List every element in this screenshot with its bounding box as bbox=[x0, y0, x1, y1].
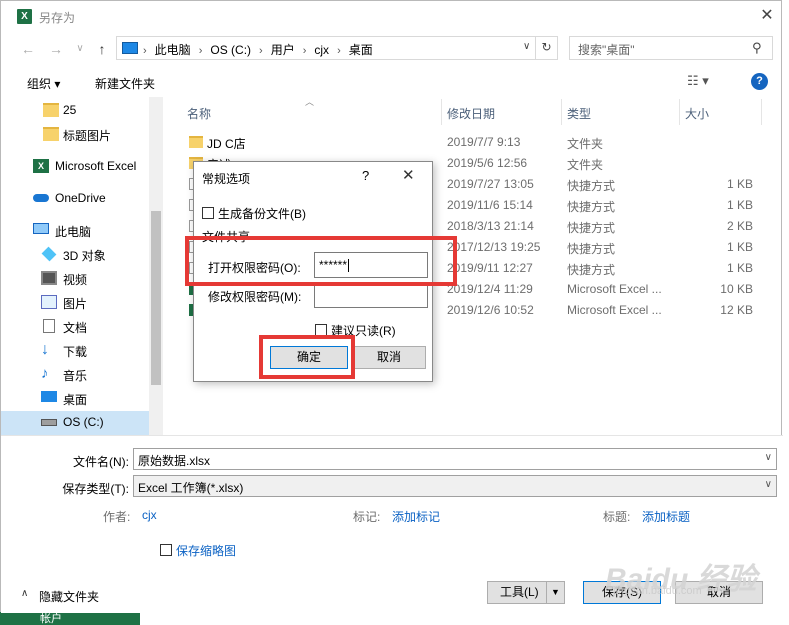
chevron-down-icon[interactable]: ▼ bbox=[546, 582, 564, 603]
column-header-size[interactable]: 大小 bbox=[685, 99, 709, 125]
drive-icon bbox=[41, 419, 57, 426]
breadcrumb-item[interactable]: 此电脑 bbox=[155, 41, 191, 58]
excel-account-strip: 帐户 bbox=[0, 612, 140, 625]
column-divider bbox=[441, 99, 442, 125]
sidebar-item-onedrive[interactable]: OneDrive bbox=[1, 187, 149, 211]
sidebar-scrollbar-thumb[interactable] bbox=[151, 211, 161, 385]
breadcrumb-item[interactable]: 用户 bbox=[271, 41, 295, 58]
modal-cancel-button[interactable]: 取消 bbox=[352, 346, 426, 369]
tags-label: 标记: bbox=[353, 510, 381, 524]
dialog-title: 常规选项 bbox=[202, 172, 251, 186]
filetype-label: 保存类型(T): bbox=[62, 482, 129, 496]
tools-label: 工具(L) bbox=[500, 585, 539, 599]
column-header-type[interactable]: 类型 bbox=[567, 99, 591, 125]
highlight-ok-button bbox=[259, 335, 355, 379]
cube-icon bbox=[41, 246, 57, 262]
navigation-pane: 25 标题图片 X Microsoft Excel OneDrive 此电脑 3… bbox=[1, 97, 163, 435]
sort-ascending-icon: ︿ bbox=[305, 97, 315, 107]
picture-icon bbox=[41, 295, 57, 309]
filename-field[interactable]: 原始数据.xlsx ∨ bbox=[133, 448, 777, 470]
view-options-button[interactable]: ☷ ▾ bbox=[687, 73, 709, 89]
sidebar-item-3d-objects[interactable]: 3D 对象 bbox=[1, 243, 149, 267]
refresh-icon[interactable]: ↻ bbox=[535, 36, 557, 60]
sidebar-item-title-images[interactable]: 标题图片 bbox=[1, 123, 149, 147]
chevron-down-icon[interactable]: ∨ bbox=[765, 452, 772, 463]
close-icon[interactable]: ✕ bbox=[753, 3, 781, 29]
sidebar-item-downloads[interactable]: ↓ 下载 bbox=[1, 339, 149, 363]
excel-icon: X bbox=[17, 9, 32, 24]
title-label: 标题: bbox=[603, 510, 631, 524]
baidu-watermark-url: jingyan.baidu.com bbox=[613, 585, 702, 597]
save-thumbnail-label[interactable]: 保存缩略图 bbox=[176, 542, 236, 559]
highlight-open-password bbox=[185, 236, 457, 286]
filetype-value: Excel 工作簿(*.xlsx) bbox=[138, 481, 244, 495]
sidebar-item-os-c[interactable]: OS (C:) bbox=[1, 411, 149, 435]
backup-checkbox[interactable] bbox=[202, 207, 214, 219]
computer-icon bbox=[33, 223, 49, 234]
column-header-name[interactable]: 名称 bbox=[187, 99, 211, 125]
sidebar-item-documents[interactable]: 文档 bbox=[1, 315, 149, 339]
author-value[interactable]: cjx bbox=[142, 508, 157, 522]
chevron-up-icon[interactable]: ∧ bbox=[21, 588, 28, 599]
chevron-down-icon[interactable]: ∨ bbox=[523, 41, 530, 52]
filetype-select[interactable]: Excel 工作簿(*.xlsx) ∨ bbox=[133, 475, 777, 497]
add-tags-link[interactable]: 添加标记 bbox=[392, 508, 440, 525]
folder-icon bbox=[43, 127, 59, 141]
back-arrow-icon[interactable]: ← bbox=[19, 41, 37, 57]
sidebar-item-25[interactable]: 25 bbox=[1, 99, 149, 123]
breadcrumb-item[interactable]: 桌面 bbox=[349, 41, 373, 58]
search-input[interactable]: 搜索"桌面" ⚲ bbox=[569, 36, 773, 60]
excel-icon: X bbox=[33, 159, 49, 173]
save-thumbnail-checkbox[interactable] bbox=[160, 544, 172, 556]
up-arrow-icon[interactable]: ↑ bbox=[93, 41, 111, 57]
forward-arrow-icon[interactable]: → bbox=[47, 41, 65, 57]
column-divider bbox=[761, 99, 762, 125]
help-icon[interactable]: ? bbox=[751, 73, 768, 90]
music-icon: ♪ bbox=[41, 365, 49, 382]
chevron-down-icon[interactable]: ∨ bbox=[765, 479, 772, 490]
column-header-date[interactable]: 修改日期 bbox=[447, 99, 495, 125]
window-title: 另存为 bbox=[39, 11, 76, 25]
help-icon[interactable]: ? bbox=[362, 168, 369, 183]
folder-icon bbox=[43, 103, 59, 117]
search-placeholder: 搜索"桌面" bbox=[578, 43, 635, 57]
document-icon bbox=[43, 319, 55, 333]
sidebar-item-videos[interactable]: 视频 bbox=[1, 267, 149, 291]
address-bar[interactable]: › 此电脑 › OS (C:) › 用户 › cjx › 桌面 ∨ bbox=[116, 36, 558, 60]
author-label: 作者: bbox=[103, 510, 131, 524]
sidebar-item-pictures[interactable]: 图片 bbox=[1, 291, 149, 315]
save-as-dialog: X 另存为 ✕ ← → ∨ ↑ › 此电脑 › OS (C:) › 用户 › cjx › 桌面 ∨… bbox=[0, 0, 783, 613]
download-icon: ↓ bbox=[41, 341, 49, 358]
organize-button[interactable]: 组织 ▾ bbox=[27, 75, 60, 92]
sidebar-item-music[interactable]: ♪ 音乐 bbox=[1, 363, 149, 387]
breadcrumb-item[interactable]: cjx bbox=[314, 43, 329, 57]
video-icon bbox=[41, 271, 57, 285]
breadcrumb-item[interactable]: OS (C:) bbox=[210, 43, 251, 57]
tools-button[interactable]: 工具(L) ▼ bbox=[487, 581, 565, 604]
desktop-icon bbox=[41, 391, 57, 402]
table-row[interactable]: JD C店 2019/7/7 9:13 文件夹 bbox=[179, 132, 767, 153]
breadcrumb: › 此电脑 › OS (C:) › 用户 › cjx › 桌面 bbox=[143, 41, 373, 58]
modify-password-label: 修改权限密码(M): bbox=[208, 290, 302, 304]
sidebar-item-excel[interactable]: X Microsoft Excel bbox=[1, 155, 149, 179]
column-divider bbox=[679, 99, 680, 125]
recent-locations-icon[interactable]: ∨ bbox=[71, 41, 89, 57]
cloud-icon bbox=[33, 194, 49, 202]
filename-label: 文件名(N): bbox=[73, 455, 129, 469]
sidebar-item-this-pc[interactable]: 此电脑 bbox=[1, 219, 149, 243]
backup-label: 生成备份文件(B) bbox=[218, 207, 306, 221]
add-title-link[interactable]: 添加标题 bbox=[642, 508, 690, 525]
sidebar-item-desktop[interactable]: 桌面 bbox=[1, 387, 149, 411]
filename-value: 原始数据.xlsx bbox=[138, 454, 211, 468]
column-divider bbox=[561, 99, 562, 125]
computer-icon bbox=[122, 42, 138, 54]
folder-icon bbox=[189, 136, 203, 148]
hide-folders-button[interactable]: 隐藏文件夹 bbox=[39, 588, 99, 605]
search-icon: ⚲ bbox=[752, 40, 762, 55]
new-folder-button[interactable]: 新建文件夹 bbox=[95, 75, 155, 92]
close-icon[interactable]: ✕ bbox=[402, 166, 415, 184]
